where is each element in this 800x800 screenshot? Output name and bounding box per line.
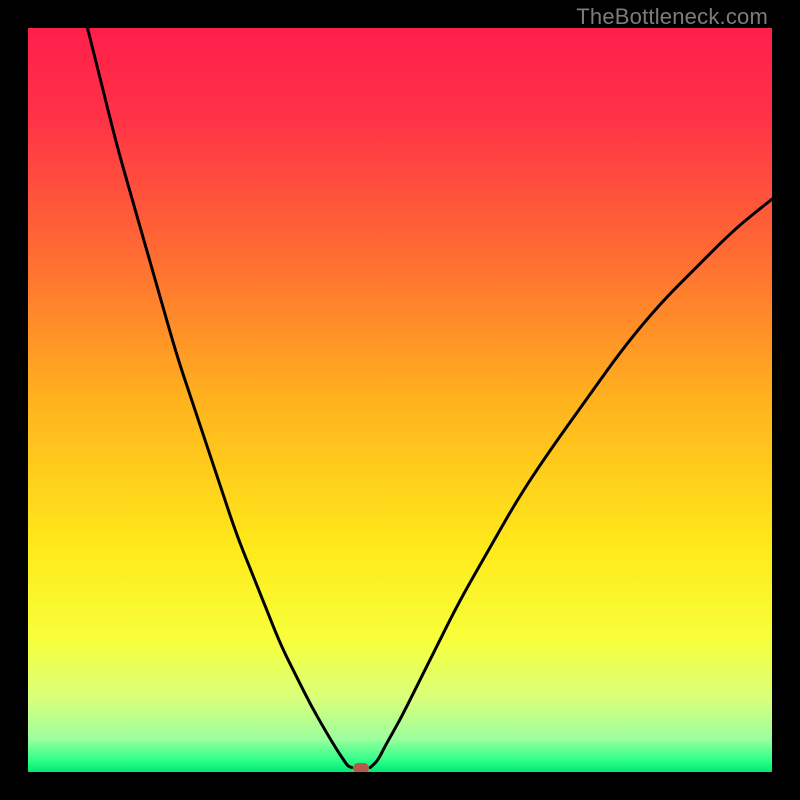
chart-area bbox=[28, 28, 772, 772]
optimal-point-marker bbox=[353, 763, 369, 772]
bottleneck-curve bbox=[28, 28, 772, 772]
watermark-text: TheBottleneck.com bbox=[576, 4, 768, 30]
